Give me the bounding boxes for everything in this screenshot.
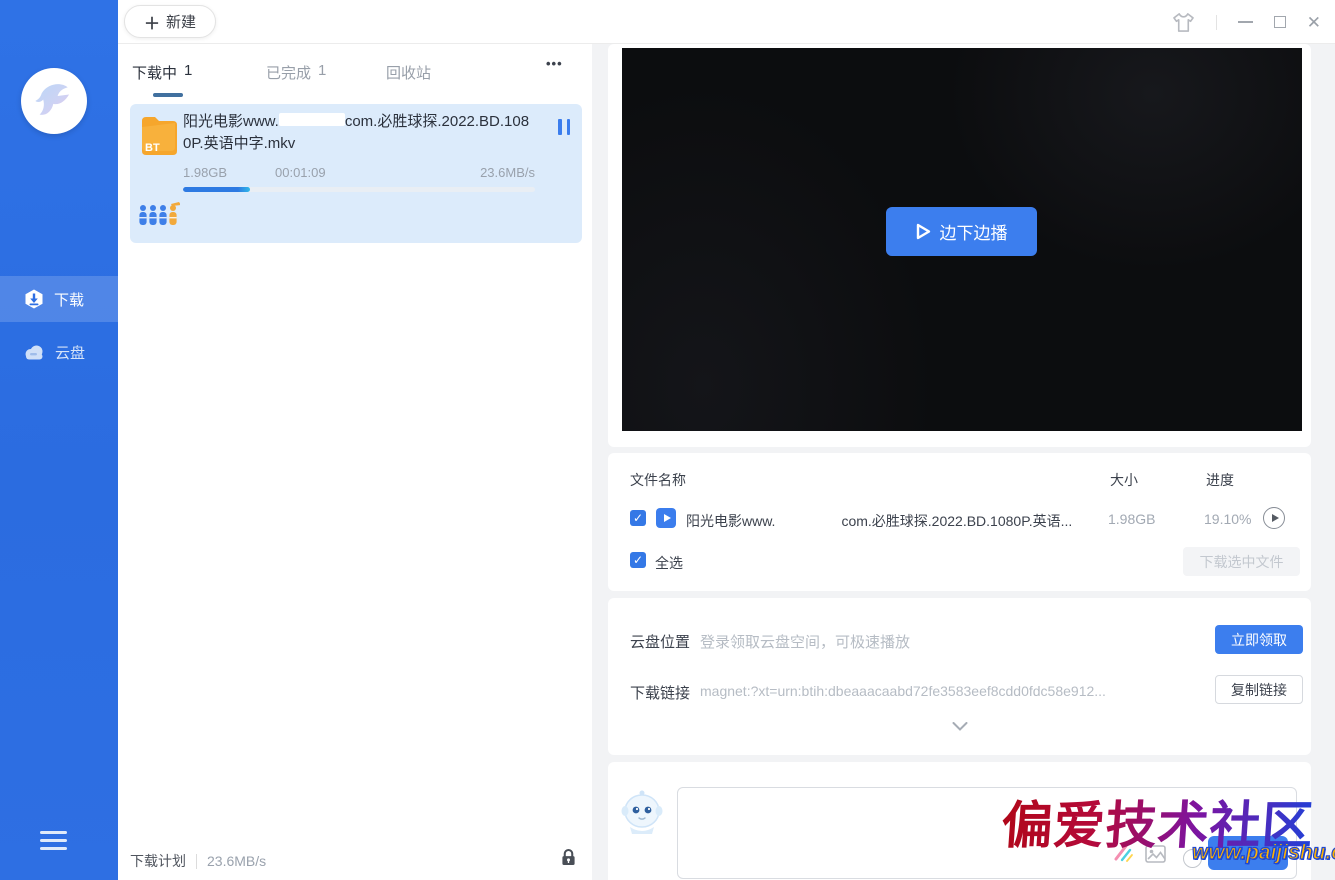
file-circle-play-icon[interactable] — [1263, 507, 1285, 529]
app-logo — [21, 68, 87, 134]
more-options-icon[interactable]: ••• — [546, 56, 563, 71]
select-all-checkbox[interactable]: ✓ — [630, 552, 646, 568]
maximize-button[interactable] — [1274, 16, 1286, 28]
active-tab-underline — [153, 93, 183, 97]
redacted-text — [279, 113, 345, 126]
bt-folder-icon: BT — [140, 113, 177, 162]
task-size: 1.98GB — [183, 165, 275, 180]
file-progress: 19.10% — [1204, 511, 1251, 527]
window-controls: ✕ — [1172, 0, 1321, 44]
svg-text:BT: BT — [145, 142, 160, 154]
minimize-button[interactable] — [1238, 21, 1253, 23]
task-speed: 23.6MB/s — [480, 165, 535, 180]
tab-downloading[interactable]: 下载中 1 — [132, 62, 192, 83]
file-list-card: 文件名称 大小 进度 ✓ 阳光电影www.com.必胜球探.2022.BD.10… — [608, 453, 1311, 591]
task-title: 阳光电影www.com.必胜球探.2022.BD.1080P.英语中字.mkv — [183, 111, 531, 155]
task-list-panel: 下载中 1 已完成 1 回收站 ••• BT 阳光电影www.com.必胜球探.… — [118, 44, 592, 880]
controls-divider — [1216, 15, 1217, 30]
column-header-progress: 进度 — [1206, 470, 1234, 490]
claim-now-button[interactable]: 立即领取 — [1215, 625, 1303, 654]
sidebar-item-download[interactable]: 下载 — [0, 276, 118, 322]
assistant-card — [608, 762, 1311, 880]
play-icon — [916, 223, 931, 240]
skin-icon[interactable] — [1172, 12, 1195, 33]
file-play-badge-icon[interactable] — [656, 508, 676, 528]
file-name: 阳光电影www.com.必胜球探.2022.BD.1080P.英语... — [686, 511, 1091, 531]
new-task-label: 新建 — [166, 11, 196, 32]
tab-count: 1 — [184, 62, 192, 83]
statusbar-speed: 23.6MB/s — [207, 853, 266, 869]
bird-logo-icon — [31, 78, 77, 124]
tab-completed[interactable]: 已完成 1 — [266, 62, 326, 83]
emoji-icon[interactable] — [1183, 849, 1202, 868]
tab-count: 1 — [318, 62, 326, 83]
column-header-name: 文件名称 — [630, 470, 686, 490]
tab-label: 回收站 — [386, 62, 431, 83]
send-button[interactable] — [1208, 836, 1288, 870]
task-stats: 1.98GB 00:01:09 23.6MB/s — [183, 165, 535, 180]
download-shield-icon — [24, 289, 44, 309]
task-time-remaining: 00:01:09 — [275, 165, 480, 180]
download-task-item[interactable]: BT 阳光电影www.com.必胜球探.2022.BD.1080P.英语中字.m… — [130, 104, 582, 243]
copy-link-button[interactable]: 复制链接 — [1215, 675, 1303, 704]
new-task-button[interactable]: ＋ 新建 — [124, 5, 216, 38]
menu-icon[interactable] — [40, 831, 67, 850]
video-preview[interactable]: 边下边播 — [622, 48, 1302, 431]
assistant-input[interactable] — [677, 787, 1297, 879]
chevron-down-icon[interactable] — [952, 718, 968, 736]
topbar: ＋ 新建 ✕ — [118, 0, 1335, 44]
play-while-download-label: 边下边播 — [940, 219, 1008, 244]
redacted-text — [775, 513, 841, 526]
peers-icon — [138, 200, 180, 235]
download-selected-button[interactable]: 下载选中文件 — [1183, 547, 1300, 576]
play-while-download-button[interactable]: 边下边播 — [886, 207, 1037, 256]
image-icon[interactable] — [1145, 845, 1166, 868]
column-header-size: 大小 — [1110, 470, 1138, 490]
progress-fill — [183, 187, 250, 192]
pen-icon[interactable] — [1112, 839, 1136, 868]
cloud-link-card: 云盘位置 登录领取云盘空间，可极速播放 立即领取 下载链接 magnet:?xt… — [608, 598, 1311, 755]
video-card: 边下边播 — [608, 44, 1311, 447]
download-link-label: 下载链接 — [630, 682, 690, 703]
cloud-location-label: 云盘位置 — [630, 631, 690, 652]
task-progress-bar — [183, 187, 535, 192]
file-size: 1.98GB — [1108, 511, 1155, 527]
file-row-checkbox[interactable]: ✓ — [630, 510, 646, 526]
sidebar-item-label: 下载 — [54, 289, 84, 310]
detail-panel: 边下边播 文件名称 大小 进度 ✓ 阳光电影www.com.必胜球探.2022.… — [592, 44, 1335, 880]
lock-icon[interactable] — [561, 848, 576, 871]
pause-icon[interactable] — [558, 119, 572, 135]
magnet-link-value: magnet:?xt=urn:btih:dbeaaacaabd72fe3583e… — [700, 683, 1205, 699]
sidebar: 下载 云盘 — [0, 0, 118, 880]
tab-recycle-bin[interactable]: 回收站 — [386, 62, 431, 83]
select-all-label: 全选 — [655, 553, 683, 573]
tab-label: 下载中 — [132, 62, 177, 83]
plus-icon: ＋ — [144, 10, 160, 34]
robot-avatar — [620, 787, 664, 840]
cloud-location-hint: 登录领取云盘空间，可极速播放 — [700, 631, 910, 652]
app-window: 下载 云盘 ＋ 新建 ✕ — [0, 0, 1335, 880]
tab-label: 已完成 — [266, 62, 311, 83]
sidebar-item-label: 云盘 — [55, 342, 85, 363]
close-button[interactable]: ✕ — [1307, 14, 1321, 31]
sidebar-item-cloud[interactable]: 云盘 — [0, 329, 118, 375]
cloud-icon — [24, 344, 45, 360]
statusbar: 下载计划 23.6MB/s — [130, 851, 266, 871]
download-plan-link[interactable]: 下载计划 — [130, 851, 186, 871]
statusbar-divider — [196, 854, 197, 869]
